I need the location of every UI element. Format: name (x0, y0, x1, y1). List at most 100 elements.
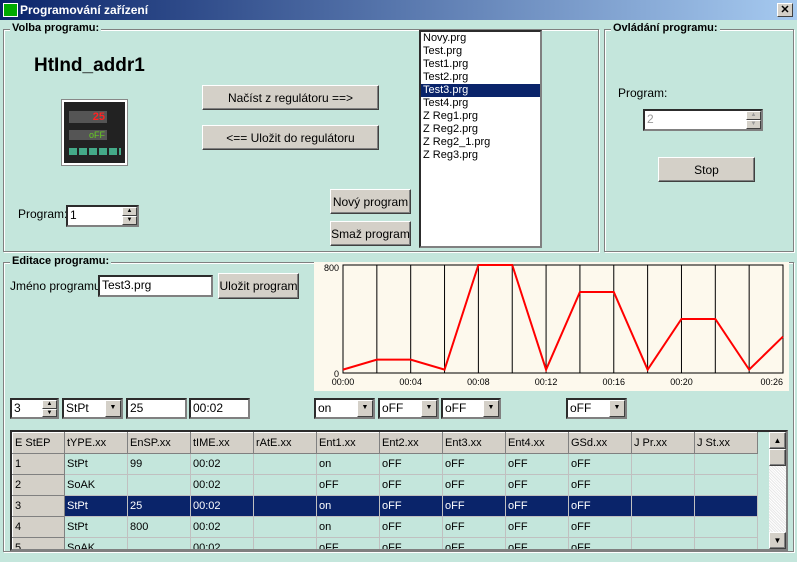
ent2-select[interactable]: oFF ▼ (378, 398, 439, 419)
table-cell[interactable] (694, 474, 758, 496)
row-header[interactable]: 2 (12, 474, 65, 496)
time-input[interactable]: 00:02 (189, 398, 250, 419)
table-row[interactable]: 2 SoAK 00:02 oFF oFF oFF oFF oFF (12, 474, 758, 496)
file-list-item[interactable]: Z Reg2_1.prg (421, 136, 540, 149)
table-cell[interactable]: 800 (127, 516, 191, 538)
table-cell[interactable]: oFF (379, 516, 443, 538)
table-cell[interactable] (253, 474, 317, 496)
table-cell[interactable] (694, 453, 758, 475)
file-list-item[interactable]: Novy.prg (421, 32, 540, 45)
program-spinner[interactable]: 1 ▲ ▼ (66, 205, 139, 227)
table-cell[interactable]: on (316, 453, 380, 475)
save-program-button[interactable]: Uložit program (218, 273, 299, 299)
delete-program-button[interactable]: Smaž program (330, 221, 411, 246)
ensp-input[interactable]: 25 (126, 398, 187, 419)
row-header[interactable]: 5 (12, 537, 65, 549)
table-row[interactable]: 3 StPt 25 00:02 on oFF oFF oFF oFF (12, 495, 758, 517)
table-cell[interactable]: oFF (379, 495, 443, 517)
table-cell[interactable]: oFF (568, 537, 632, 549)
table-cell[interactable]: oFF (442, 495, 506, 517)
table-cell[interactable]: oFF (568, 495, 632, 517)
type-select[interactable]: StPt ▼ (62, 398, 123, 419)
table-row[interactable]: 1 StPt 99 00:02 on oFF oFF oFF oFF (12, 453, 758, 475)
column-header[interactable]: Ent1.xx (316, 432, 380, 454)
table-cell[interactable]: StPt (64, 495, 128, 517)
file-list-item[interactable]: Test3.prg (421, 84, 540, 97)
gsd-select[interactable]: oFF ▼ (566, 398, 627, 419)
table-cell[interactable]: oFF (379, 537, 443, 549)
file-list-item[interactable]: Test2.prg (421, 71, 540, 84)
file-list-item[interactable]: Z Reg3.prg (421, 149, 540, 162)
table-cell[interactable]: SoAK (64, 537, 128, 549)
column-header[interactable]: J Pr.xx (631, 432, 695, 454)
column-header[interactable]: tIME.xx (190, 432, 254, 454)
table-cell[interactable] (127, 537, 191, 549)
ent3-select[interactable]: oFF ▼ (441, 398, 501, 419)
table-cell[interactable] (694, 495, 758, 517)
table-cell[interactable]: oFF (316, 474, 380, 496)
table-cell[interactable] (631, 537, 695, 549)
table-cell[interactable] (631, 495, 695, 517)
table-cell[interactable] (253, 537, 317, 549)
table-cell[interactable]: oFF (316, 537, 380, 549)
column-header[interactable]: E StEP (12, 432, 65, 454)
table-cell[interactable]: oFF (379, 453, 443, 475)
file-list-item[interactable]: Test4.prg (421, 97, 540, 110)
scroll-down-button[interactable]: ▼ (769, 532, 786, 549)
vertical-scrollbar[interactable]: ▲ ▼ (769, 432, 786, 549)
table-cell[interactable]: oFF (505, 474, 569, 496)
steps-grid[interactable]: E StEP tYPE.xx EnSP.xx tIME.xx rAtE.xx Ent1.x… (10, 430, 788, 551)
table-cell[interactable]: oFF (568, 453, 632, 475)
table-cell[interactable] (631, 516, 695, 538)
table-cell[interactable]: oFF (568, 516, 632, 538)
table-cell[interactable]: oFF (505, 495, 569, 517)
stop-button[interactable]: Stop (658, 157, 755, 182)
table-row[interactable]: 4 StPt 800 00:02 on oFF oFF oFF oFF (12, 516, 758, 538)
file-list-item[interactable]: Z Reg1.prg (421, 110, 540, 123)
table-cell[interactable] (127, 474, 191, 496)
table-cell[interactable]: oFF (505, 516, 569, 538)
table-cell[interactable] (694, 516, 758, 538)
row-header[interactable]: 4 (12, 516, 65, 538)
column-header[interactable]: J St.xx (694, 432, 758, 454)
table-cell[interactable]: oFF (505, 453, 569, 475)
table-cell[interactable]: oFF (442, 537, 506, 549)
table-cell[interactable] (631, 474, 695, 496)
column-header[interactable]: EnSP.xx (127, 432, 191, 454)
table-cell[interactable] (253, 516, 317, 538)
table-cell[interactable]: 00:02 (190, 495, 254, 517)
table-cell[interactable] (694, 537, 758, 549)
table-cell[interactable]: oFF (568, 474, 632, 496)
file-list-item[interactable]: Test1.prg (421, 58, 540, 71)
table-cell[interactable] (253, 495, 317, 517)
save-to-controller-button[interactable]: <== Uložit do regulátoru (202, 125, 379, 150)
table-cell[interactable] (253, 453, 317, 475)
column-header[interactable]: rAtE.xx (253, 432, 317, 454)
column-header[interactable]: Ent2.xx (379, 432, 443, 454)
table-cell[interactable]: 00:02 (190, 453, 254, 475)
row-header[interactable]: 1 (12, 453, 65, 475)
table-cell[interactable]: oFF (442, 474, 506, 496)
table-cell[interactable]: oFF (379, 474, 443, 496)
program-name-input[interactable]: Test3.prg (98, 275, 213, 297)
table-cell[interactable]: StPt (64, 453, 128, 475)
scroll-up-button[interactable]: ▲ (769, 432, 786, 449)
load-from-controller-button[interactable]: Načíst z regulátoru ==> (202, 85, 379, 110)
new-program-button[interactable]: Nový program (330, 189, 411, 214)
table-row[interactable]: 5 SoAK 00:02 oFF oFF oFF oFF oFF (12, 537, 758, 549)
scroll-thumb[interactable] (769, 449, 786, 466)
table-cell[interactable]: SoAK (64, 474, 128, 496)
table-cell[interactable]: 00:02 (190, 474, 254, 496)
column-header[interactable]: GSd.xx (568, 432, 632, 454)
column-header[interactable]: Ent4.xx (505, 432, 569, 454)
table-cell[interactable] (631, 453, 695, 475)
table-cell[interactable]: 00:02 (190, 537, 254, 549)
table-cell[interactable]: oFF (442, 453, 506, 475)
table-cell[interactable]: StPt (64, 516, 128, 538)
step-spinner[interactable]: 3 ▲ ▼ (10, 398, 59, 419)
program-file-list[interactable]: Novy.prg Test.prg Test1.prg Test2.prg Test3.… (419, 30, 542, 248)
column-header[interactable]: Ent3.xx (442, 432, 506, 454)
table-cell[interactable]: on (316, 516, 380, 538)
file-list-item[interactable]: Z Reg2.prg (421, 123, 540, 136)
table-cell[interactable]: 00:02 (190, 516, 254, 538)
